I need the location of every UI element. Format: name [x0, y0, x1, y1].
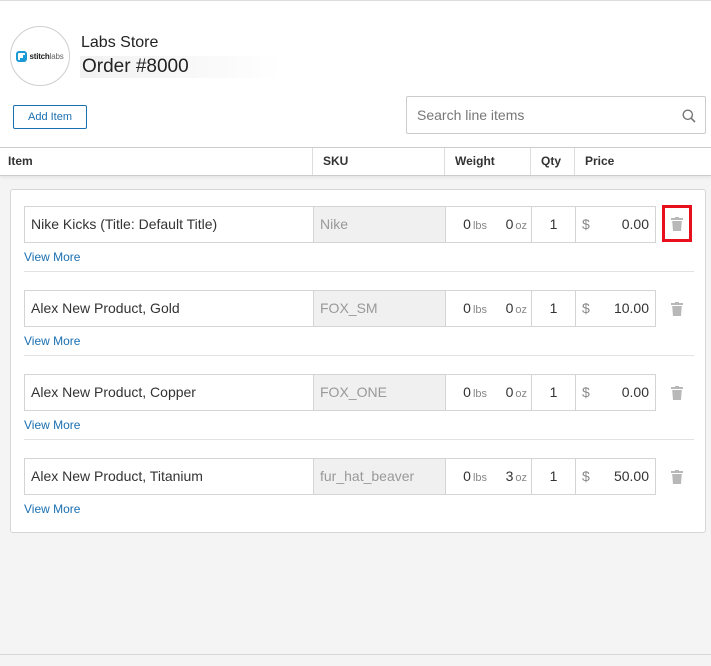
weight-oz-input[interactable]: 0 oz: [487, 207, 527, 244]
item-qty-input[interactable]: 1: [531, 458, 576, 495]
store-logo: stitchlabs: [10, 26, 70, 86]
order-number: Order #8000: [80, 56, 280, 78]
item-sku-field: FOX_SM: [313, 290, 446, 327]
trash-icon: [671, 216, 683, 231]
weight-lbs-input[interactable]: 0 lbs: [446, 291, 487, 328]
item-weight-field: 0 lbs 0 oz: [445, 206, 532, 243]
price-value: 10.00: [613, 300, 649, 316]
item-price-input[interactable]: $ 10.00: [575, 290, 656, 327]
item-price-input[interactable]: $ 50.00: [575, 458, 656, 495]
view-more-link[interactable]: View More: [24, 334, 80, 348]
delete-item-button[interactable]: [662, 290, 692, 327]
column-header-qty: Qty: [530, 148, 575, 175]
weight-lbs-input[interactable]: 0 lbs: [446, 207, 487, 244]
item-weight-field: 0 lbs 0 oz: [445, 374, 532, 411]
item-weight-field: 0 lbs 3 oz: [445, 458, 532, 495]
item-price-input[interactable]: $ 0.00: [575, 206, 656, 243]
column-header-sku: SKU: [312, 148, 445, 175]
weight-oz-input[interactable]: 0 oz: [487, 375, 527, 412]
currency-symbol: $: [582, 300, 590, 316]
delete-item-button[interactable]: [662, 374, 692, 411]
delete-item-button[interactable]: [662, 205, 692, 242]
row-divider: [24, 439, 694, 440]
weight-lbs-input[interactable]: 0 lbs: [446, 459, 487, 496]
search-input[interactable]: [407, 97, 677, 133]
view-more-link[interactable]: View More: [24, 250, 80, 264]
item-qty-input[interactable]: 1: [531, 290, 576, 327]
search-icon[interactable]: [682, 109, 696, 123]
view-more-link[interactable]: View More: [24, 502, 80, 516]
weight-oz-input[interactable]: 0 oz: [487, 291, 527, 328]
footer-divider: [0, 654, 711, 655]
currency-symbol: $: [582, 468, 590, 484]
logo-brand-suffix: labs: [49, 51, 64, 61]
line-items-panel: Nike Kicks (Title: Default Title) Nike 0…: [10, 189, 706, 533]
column-header-item: Item: [8, 154, 33, 168]
trash-icon: [671, 385, 683, 400]
item-sku-field: FOX_ONE: [313, 374, 446, 411]
column-header-price: Price: [574, 148, 711, 175]
item-qty-input[interactable]: 1: [531, 374, 576, 411]
trash-icon: [671, 469, 683, 484]
item-name-field[interactable]: Alex New Product, Titanium: [24, 458, 314, 495]
trash-icon: [671, 301, 683, 316]
view-more-link[interactable]: View More: [24, 418, 80, 432]
price-value: 50.00: [613, 468, 649, 484]
row-divider: [24, 355, 694, 356]
currency-symbol: $: [582, 384, 590, 400]
item-sku-field: fur_hat_beaver: [313, 458, 446, 495]
weight-oz-input[interactable]: 3 oz: [487, 459, 527, 496]
logo-brand: stitch: [29, 51, 50, 61]
column-header-weight: Weight: [444, 148, 531, 175]
item-price-input[interactable]: $ 0.00: [575, 374, 656, 411]
price-value: 0.00: [621, 216, 649, 232]
order-header: stitchlabs Labs Store Order #8000 Add It…: [0, 0, 711, 147]
add-item-button[interactable]: Add Item: [13, 105, 87, 129]
item-weight-field: 0 lbs 0 oz: [445, 290, 532, 327]
price-value: 0.00: [621, 384, 649, 400]
item-sku-field: Nike: [313, 206, 446, 243]
item-qty-input[interactable]: 1: [531, 206, 576, 243]
item-name-field[interactable]: Alex New Product, Gold: [24, 290, 314, 327]
search-box: [406, 96, 706, 134]
row-divider: [24, 271, 694, 272]
delete-item-button[interactable]: [662, 458, 692, 495]
weight-lbs-input[interactable]: 0 lbs: [446, 375, 487, 412]
store-name: Labs Store: [81, 34, 159, 51]
item-name-field[interactable]: Alex New Product, Copper: [24, 374, 314, 411]
table-header: Item SKU Weight Qty Price: [0, 147, 711, 176]
stitchlabs-logo-icon: [16, 50, 28, 62]
currency-symbol: $: [582, 216, 590, 232]
item-name-field[interactable]: Nike Kicks (Title: Default Title): [24, 206, 314, 243]
